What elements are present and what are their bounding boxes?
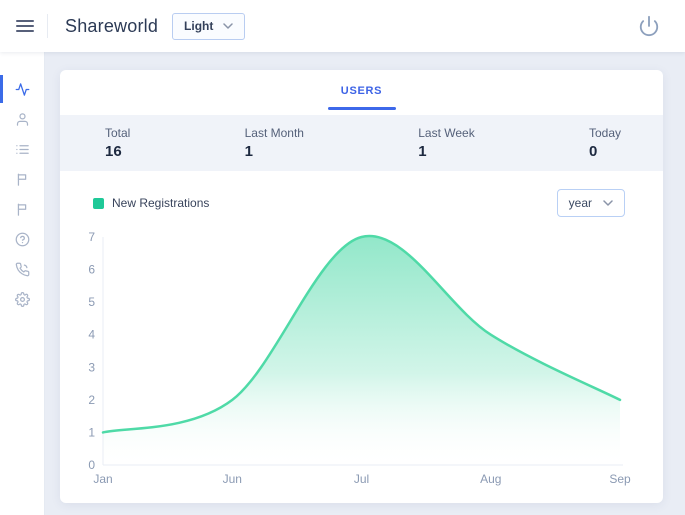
sidebar [0, 52, 45, 515]
x-tick-label: Jul [354, 472, 369, 486]
stat-last-week: Last Week 1 [418, 126, 474, 160]
y-tick-label: 2 [88, 393, 95, 407]
users-card: USERS Total 16 Last Month 1 Last Week 1 Today 0… [60, 70, 663, 503]
user-icon [15, 112, 30, 127]
flag-icon [15, 172, 30, 187]
sidebar-item-settings[interactable] [0, 284, 44, 314]
stat-label: Total [105, 126, 131, 140]
stat-label: Today [588, 126, 621, 140]
sidebar-item-help[interactable] [0, 224, 44, 254]
stats-row: Total 16 Last Month 1 Last Week 1 Today 0 [60, 115, 663, 171]
stat-label: Last Month [244, 126, 304, 140]
x-tick-label: Sep [609, 472, 631, 486]
range-select[interactable]: year [556, 189, 625, 217]
phone-icon [15, 262, 30, 277]
sidebar-item-list[interactable] [0, 134, 44, 164]
x-tick-label: Jun [223, 472, 242, 486]
x-tick-label: Jan [93, 472, 112, 486]
sidebar-item-phone[interactable] [0, 254, 44, 284]
tab-users[interactable]: USERS [327, 70, 396, 115]
y-tick-label: 7 [88, 230, 95, 244]
activity-icon [15, 82, 30, 97]
power-icon [638, 15, 660, 37]
stat-total: Total 16 [105, 126, 130, 160]
header-divider [47, 14, 48, 38]
chevron-down-icon [223, 23, 234, 29]
legend-swatch [93, 197, 104, 209]
stat-value: 1 [418, 143, 427, 160]
flag-icon [15, 202, 30, 217]
power-button[interactable] [637, 14, 661, 38]
x-tick-label: Aug [480, 472, 501, 486]
page-title: Shareworld [65, 15, 159, 36]
stat-value: 0 [588, 143, 598, 160]
stat-value: 1 [244, 143, 253, 160]
y-tick-label: 6 [88, 263, 95, 277]
sidebar-item-user[interactable] [0, 104, 44, 134]
y-tick-label: 4 [88, 328, 95, 342]
theme-select-value: Light [184, 19, 214, 33]
y-tick-label: 0 [88, 458, 95, 472]
chevron-down-icon [603, 200, 613, 206]
area-fill [103, 236, 620, 465]
stat-label: Last Week [418, 126, 475, 140]
theme-select[interactable]: Light [172, 12, 246, 40]
stat-value: 16 [105, 143, 122, 160]
sidebar-item-activity[interactable] [0, 74, 44, 104]
y-tick-label: 1 [88, 425, 95, 439]
tab-users-label: USERS [340, 85, 383, 97]
range-select-value: year [568, 196, 592, 210]
tab-bar: USERS [60, 70, 663, 115]
settings-icon [14, 291, 30, 307]
stat-last-month: Last Month 1 [245, 126, 304, 160]
sidebar-item-flag[interactable] [0, 164, 44, 194]
registrations-chart: 0 1 2 3 4 5 6 7 Jan Jun Jul Aug Sep [60, 221, 663, 493]
help-icon [15, 232, 30, 247]
sidebar-item-flag[interactable] [0, 194, 44, 224]
y-tick-label: 3 [88, 360, 95, 374]
list-icon [15, 142, 30, 157]
menu-icon[interactable] [14, 13, 36, 39]
stat-today: Today 0 [589, 126, 621, 160]
legend-label: New Registrations [112, 196, 210, 210]
header: Shareworld Light [0, 0, 685, 52]
legend-item[interactable]: New Registrations [93, 196, 209, 210]
app-root: Shareworld Light USERS Total 16 Last Mon… [0, 0, 685, 515]
tab-active-underline [327, 107, 396, 110]
chart-header: New Registrations year [60, 185, 663, 221]
y-tick-label: 5 [88, 295, 95, 309]
